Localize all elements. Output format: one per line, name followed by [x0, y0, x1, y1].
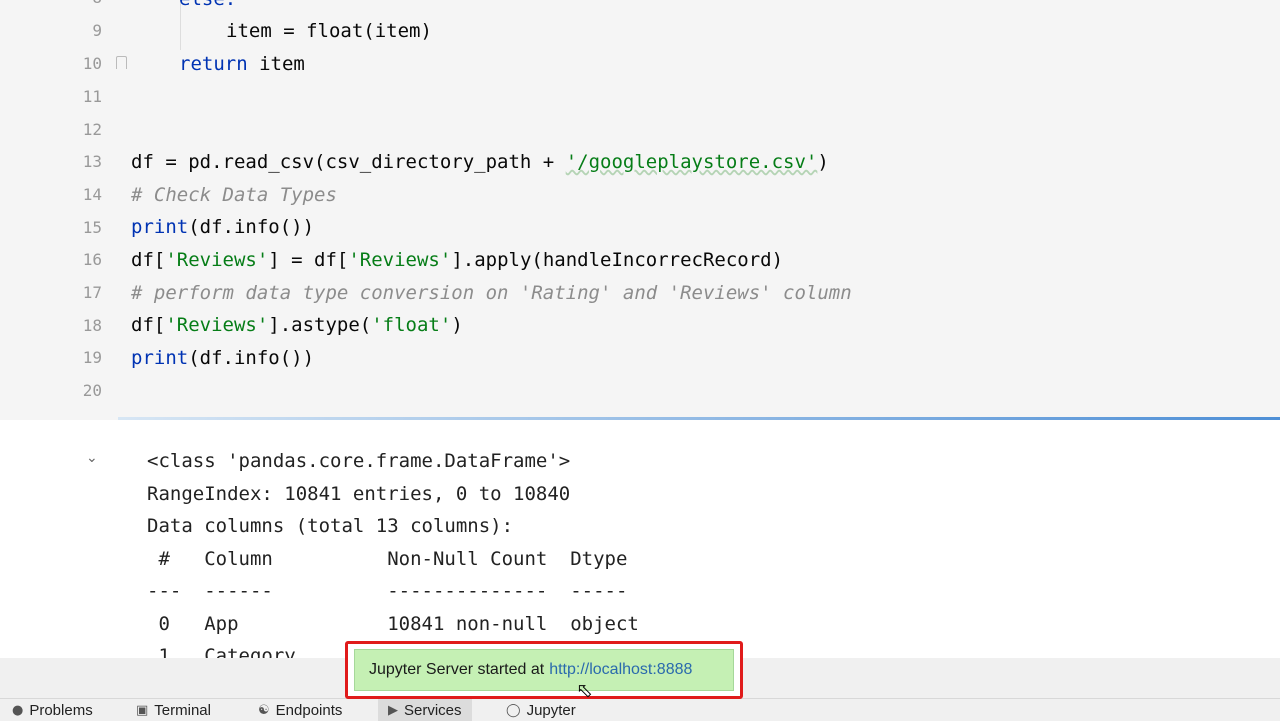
output-line: RangeIndex: 10841 entries, 0 to 10840 — [147, 483, 571, 505]
localhost-link[interactable]: http://localhost:8888 — [549, 661, 692, 679]
services-icon: ▶ — [388, 702, 398, 718]
code-token: (df.info()) — [188, 347, 315, 369]
output-line: Data columns (total 13 columns): — [147, 515, 514, 537]
output-line: 0 App 10841 non-null object — [147, 613, 639, 635]
line-number: 19 — [82, 348, 102, 367]
line-number: 9 — [92, 21, 102, 40]
output-line: # Column Non-Null Count Dtype — [147, 548, 628, 570]
mouse-cursor-icon: ⬁ — [576, 678, 593, 702]
jupyter-icon: ◯ — [506, 702, 521, 718]
terminal-icon: ▣ — [136, 702, 149, 718]
problems-icon: ● — [12, 702, 24, 718]
code-token: (df.info()) — [188, 216, 315, 238]
output-line: --- ------ -------------- ----- — [147, 580, 628, 602]
string-token: 'Reviews' — [165, 314, 269, 336]
code-line[interactable]: return item — [179, 51, 305, 77]
notification-toast[interactable]: Jupyter Server started at http://localho… — [354, 649, 734, 691]
line-number: 16 — [82, 250, 102, 269]
code-token: df[ — [131, 314, 166, 336]
code-line[interactable]: print(df.info()) — [131, 214, 314, 240]
endpoints-label: Endpoints — [275, 701, 343, 719]
code-editor[interactable]: 8 9 10 11 12 13 14 15 16 17 18 19 20 els… — [0, 0, 1280, 420]
code-token: ].astype( — [268, 314, 372, 336]
code-token: ] = df[ — [268, 249, 349, 271]
services-label: Services — [404, 701, 462, 719]
code-line[interactable]: item = float(item) — [226, 18, 432, 44]
code-line[interactable]: else: — [179, 0, 236, 12]
line-number: 14 — [82, 185, 102, 204]
builtin-token: print — [131, 216, 189, 238]
string-token: 'Reviews' — [348, 249, 452, 271]
code-line[interactable]: df['Reviews'].astype('float') — [131, 312, 463, 338]
line-number: 13 — [82, 152, 102, 171]
line-number: 18 — [82, 316, 102, 335]
code-token: ) — [817, 151, 829, 173]
line-number: 8 — [60, 0, 102, 7]
comment-line[interactable]: # perform data type conversion on 'Ratin… — [131, 280, 852, 306]
string-token: 'float' — [371, 314, 452, 336]
terminal-tab[interactable]: ▣ Terminal — [126, 699, 221, 721]
builtin-token: print — [131, 347, 189, 369]
line-number: 15 — [82, 218, 102, 237]
output-line: 1 Category — [147, 645, 296, 658]
endpoints-icon: ☯ — [258, 702, 270, 718]
cell-output: ⌄ <class 'pandas.core.frame.DataFrame'> … — [0, 420, 1280, 658]
problems-label: Problems — [29, 701, 93, 719]
tool-window-bar: ● Problems ▣ Terminal ☯ Endpoints ▶ Services… — [0, 698, 1280, 721]
chevron-down-icon[interactable]: ⌄ — [86, 450, 98, 466]
toast-message: Jupyter Server started at — [369, 661, 545, 678]
output-line: <class 'pandas.core.frame.DataFrame'> — [147, 450, 571, 472]
code-line[interactable]: print(df.info()) — [131, 345, 314, 371]
line-number: 17 — [82, 283, 102, 302]
code-token: ].apply(handleIncorrecRecord) — [451, 249, 784, 271]
comment-line[interactable]: # Check Data Types — [131, 182, 337, 208]
code-token: df[ — [131, 249, 166, 271]
return-keyword: return — [179, 53, 248, 75]
code-token: ) — [451, 314, 463, 336]
problems-tab[interactable]: ● Problems — [2, 699, 103, 721]
endpoints-tab[interactable]: ☯ Endpoints — [248, 699, 352, 721]
services-tab[interactable]: ▶ Services — [378, 699, 472, 721]
code-line[interactable]: df = pd.read_csv(csv_directory_path + '/… — [131, 149, 829, 175]
line-number: 10 — [82, 54, 102, 73]
jupyter-tab[interactable]: ◯ Jupyter — [496, 699, 586, 721]
return-value: item — [259, 53, 305, 75]
terminal-label: Terminal — [154, 701, 211, 719]
jupyter-label: Jupyter — [526, 701, 576, 719]
line-number: 12 — [82, 120, 102, 139]
highlight-frame: Jupyter Server started at http://localho… — [345, 641, 743, 699]
string-token: 'Reviews' — [165, 249, 269, 271]
code-line[interactable]: df['Reviews'] = df['Reviews'].apply(hand… — [131, 247, 783, 273]
string-token: '/googleplaystore.csv' — [565, 151, 818, 173]
code-token: df = pd.read_csv(csv_directory_path + — [131, 151, 566, 173]
line-number: 11 — [82, 87, 102, 106]
fold-marker-icon[interactable] — [116, 56, 127, 69]
line-number: 20 — [82, 381, 102, 400]
